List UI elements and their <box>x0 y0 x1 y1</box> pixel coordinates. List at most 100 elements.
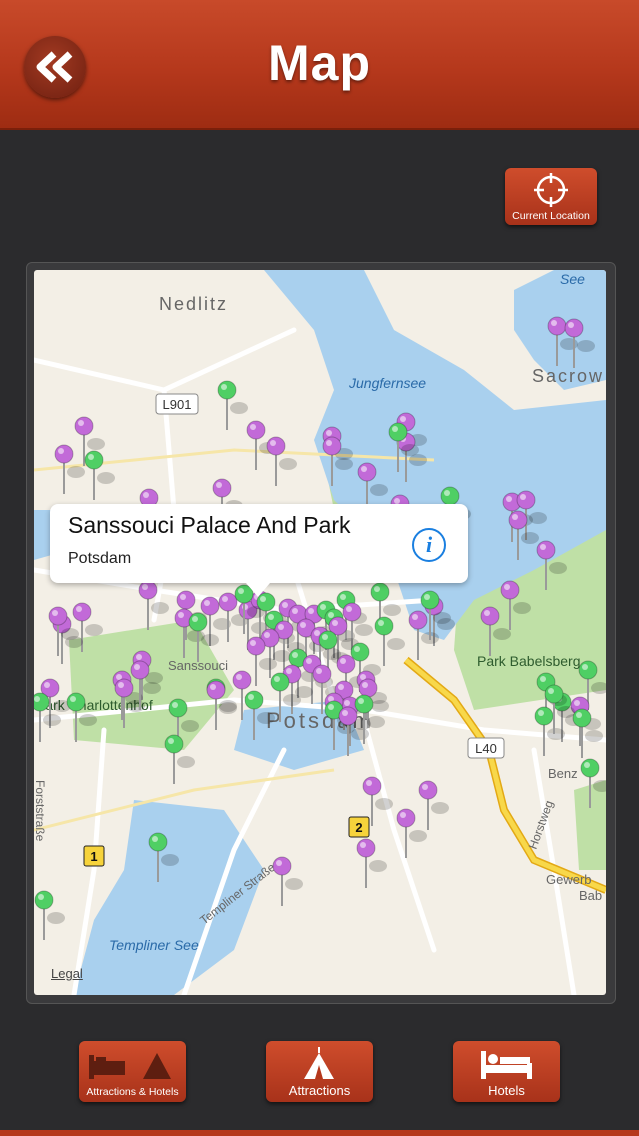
pin-shadow <box>127 700 145 712</box>
pin-highlight <box>322 634 328 640</box>
attraction-pin[interactable] <box>396 808 416 828</box>
hotel-pin[interactable] <box>354 694 374 714</box>
pin-highlight <box>342 710 348 716</box>
hotel-pin[interactable] <box>270 672 290 692</box>
pin-highlight <box>512 514 518 520</box>
pin-highlight <box>392 426 398 432</box>
attraction-pin[interactable] <box>200 596 220 616</box>
pin-highlight <box>320 604 326 610</box>
attraction-pin[interactable] <box>176 590 196 610</box>
hotel-pin[interactable] <box>318 630 338 650</box>
pin-shadow <box>401 444 419 456</box>
current-location-button[interactable]: Current Location <box>505 168 597 225</box>
hotel-pin[interactable] <box>84 450 104 470</box>
hotel-pin[interactable] <box>580 758 600 778</box>
hotel-pin[interactable] <box>440 486 460 506</box>
attraction-pin[interactable] <box>322 436 342 456</box>
pin-highlight <box>332 620 338 626</box>
info-icon[interactable]: i <box>412 528 446 562</box>
attraction-pin[interactable] <box>218 592 238 612</box>
attraction-pin[interactable] <box>564 318 584 338</box>
pin-shadow <box>585 730 603 742</box>
pin-highlight <box>286 668 292 674</box>
pin-highlight <box>346 606 352 612</box>
attraction-pin[interactable] <box>336 654 356 674</box>
attraction-pin[interactable] <box>72 602 92 622</box>
attraction-pin[interactable] <box>342 602 362 622</box>
hotel-pin[interactable] <box>544 684 564 704</box>
attraction-pin[interactable] <box>54 444 74 464</box>
pin-highlight <box>76 606 82 612</box>
callout-pointer <box>246 583 270 597</box>
attraction-pin[interactable] <box>114 678 134 698</box>
attraction-pin[interactable] <box>74 416 94 436</box>
hotel-pin[interactable] <box>534 706 554 726</box>
attraction-pin[interactable] <box>536 540 556 560</box>
bottom-edge <box>0 1130 639 1136</box>
hotels-button[interactable]: Hotels <box>453 1041 560 1102</box>
hotel-pin[interactable] <box>164 734 184 754</box>
hotel-pin[interactable] <box>350 642 370 662</box>
hotel-pin[interactable] <box>388 422 408 442</box>
hotel-pin[interactable] <box>66 692 86 712</box>
hotel-pin[interactable] <box>572 708 592 728</box>
map-label: Jungfernsee <box>348 375 426 391</box>
attraction-pin[interactable] <box>338 706 358 726</box>
attraction-pin[interactable] <box>138 580 158 600</box>
attraction-pin[interactable] <box>508 510 528 530</box>
hotel-pin[interactable] <box>188 612 208 632</box>
hotel-pin[interactable] <box>217 380 237 400</box>
attraction-pin[interactable] <box>232 670 252 690</box>
attraction-pin[interactable] <box>246 636 266 656</box>
pin-shadow <box>409 830 427 842</box>
attraction-pin[interactable] <box>547 316 567 336</box>
hotel-pin[interactable] <box>420 590 440 610</box>
attraction-pin[interactable] <box>480 606 500 626</box>
hotel-pin[interactable] <box>578 660 598 680</box>
road-shield: L40 <box>467 737 505 759</box>
place-callout[interactable]: Sanssouci Palace And Park Potsdam i <box>50 504 468 597</box>
map-view[interactable]: Nedlitz Sacrow Jungfernsee See Park Babe… <box>34 270 606 995</box>
hotel-pin[interactable] <box>148 832 168 852</box>
hotel-pin[interactable] <box>168 698 188 718</box>
hotel-pin[interactable] <box>370 582 390 602</box>
hotel-pin[interactable] <box>244 690 264 710</box>
pin-highlight <box>178 612 184 618</box>
pin-highlight <box>250 640 256 646</box>
attraction-pin[interactable] <box>358 678 378 698</box>
attraction-pin[interactable] <box>212 478 232 498</box>
attraction-pin[interactable] <box>48 606 68 626</box>
pin-highlight <box>308 608 314 614</box>
bed-and-tent-icon <box>89 1053 171 1079</box>
attraction-pin[interactable] <box>362 776 382 796</box>
attraction-pin[interactable] <box>272 856 292 876</box>
pin-shadow <box>549 562 567 574</box>
pin-shadow <box>375 798 393 810</box>
attraction-pin[interactable] <box>312 664 332 684</box>
pin-highlight <box>88 454 94 460</box>
attraction-pin[interactable] <box>418 780 438 800</box>
hotel-pin[interactable] <box>34 890 54 910</box>
attraction-pin[interactable] <box>516 490 536 510</box>
pin-highlight <box>70 696 76 702</box>
pin-highlight <box>248 694 254 700</box>
hotel-pin[interactable] <box>374 616 394 636</box>
attractions-button[interactable]: Attractions <box>266 1041 373 1102</box>
pin-shadow <box>279 458 297 470</box>
attraction-pin[interactable] <box>130 660 150 680</box>
attraction-pin[interactable] <box>500 580 520 600</box>
attraction-pin[interactable] <box>408 610 428 630</box>
attraction-pin[interactable] <box>246 420 266 440</box>
pin-shadow <box>577 340 595 352</box>
attraction-pin[interactable] <box>266 436 286 456</box>
attractions-and-hotels-button[interactable]: Attractions & Hotels <box>79 1041 186 1102</box>
pin-shadow <box>367 716 385 728</box>
hotels-label: Hotels <box>488 1083 525 1098</box>
legal-link[interactable]: Legal <box>51 966 83 981</box>
bed-icon <box>481 1051 532 1079</box>
attraction-pin[interactable] <box>357 462 377 482</box>
attraction-pin[interactable] <box>356 838 376 858</box>
hotel-pin[interactable] <box>34 692 50 712</box>
pin-shadow <box>259 658 277 670</box>
attraction-pin[interactable] <box>206 680 226 700</box>
